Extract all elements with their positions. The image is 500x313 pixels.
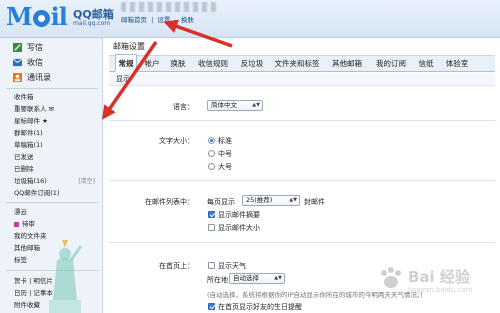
tab-my-subscriptions[interactable]: 我的订阅 [371,56,411,72]
font-size-medium-radio[interactable] [208,150,215,157]
folder-group-mail[interactable]: 群邮件(1) [14,128,99,139]
paw-logo-icon [381,267,401,288]
chevron-down-icon: ▲▼ [289,197,297,203]
folder-pending[interactable]: 待审 [14,219,99,230]
top-bar: Mil QQ邮箱 mail.qq.com 邮箱首页 | 设置 - 换肤 [0,0,500,38]
show-weather-checkbox[interactable] [208,262,215,269]
chevron-down-icon: ▲▼ [252,102,260,108]
tab-folders-tags[interactable]: 文件夹和标签 [271,56,323,72]
per-page-value: 25(推荐) [246,196,273,204]
liberty-statue-decoration [49,240,83,313]
link-separator: | [151,16,154,24]
folder-drafts[interactable]: 草稿箱(1) [14,140,99,151]
folder-junk[interactable]: 垃圾箱(16) [清空] [14,176,99,187]
font-size-label: 文字大小： [159,137,194,145]
link-settings[interactable]: 设置 [157,16,170,24]
inbox-button[interactable]: 收信 [13,55,99,70]
inbox-label: 收信 [27,58,43,67]
contacts-icon [13,73,22,82]
show-size-label: 显示邮件大小 [218,224,260,232]
tab-anti-spam[interactable]: 反垃圾 [237,56,267,72]
sidebar: 写信 收信 通讯录 收件箱 重要联系人 ✉ 星标邮件 ★ 群邮件(1) 草稿箱(… [0,38,103,313]
blurred-account-name [121,2,216,12]
folder-drift[interactable]: 漂云 [14,207,99,218]
per-page-prefix: 每页显示 [207,198,235,206]
compose-button[interactable]: 写信 [13,40,99,55]
sidebar-divider [6,202,98,203]
folder-label: 群邮件(1) [14,129,43,137]
folder-inbox[interactable]: 收件箱 [14,92,99,103]
show-summary-checkbox[interactable] [208,211,215,218]
mail-list-label: 在邮件列表中： [145,198,194,206]
location-value: 自动选择 [233,274,259,282]
compose-label: 写信 [27,43,43,52]
page-title: 邮箱设置 [113,42,145,51]
row-divider [109,242,495,243]
per-page-select[interactable]: 25(推荐) ▲▼ [242,195,300,206]
folder-label: QQ邮件订阅(1) [14,189,60,197]
show-size-checkbox[interactable] [208,224,215,231]
tab-other-mailboxes[interactable]: 其他邮箱 [327,56,367,72]
tag-color-icon [14,221,19,227]
contacts-label: 通讯录 [27,73,51,82]
per-page-suffix: 封邮件 [304,198,325,206]
language-select[interactable]: 简体中文 ▲▼ [207,100,263,111]
font-size-standard-radio[interactable] [208,137,215,144]
folder-label: 我的文件夹 [14,232,47,240]
empty-junk-link[interactable]: [清空] [78,176,95,187]
location-select[interactable]: 自动选择 ▲▼ [229,273,285,284]
inbox-icon [13,58,22,67]
font-size-medium-label: 中号 [218,150,232,158]
folder-label: 标签 [14,256,27,264]
tab-skin[interactable]: 换肤 [167,56,189,72]
pencil-icon [13,43,22,52]
row-divider [109,180,495,181]
folder-label: 草稿箱(1) [14,141,43,149]
folder-label: 待审 [22,220,35,228]
folder-label: 漂云 [14,208,27,216]
language-label: 语言： [173,103,194,111]
folder-sent[interactable]: 已发送 [14,152,99,163]
show-summary-label: 显示邮件摘要 [218,211,260,219]
folder-deleted[interactable]: 已删除 [14,164,99,175]
folder-starred[interactable]: 星标邮件 ★ [14,116,99,127]
homepage-label: 在首页上： [159,262,194,270]
top-links: 邮箱首页 | 设置 - 换肤 [121,14,196,24]
row-divider [109,120,495,121]
language-value: 简体中文 [211,101,237,109]
tab-inbox-rules[interactable]: 收信规则 [193,56,233,72]
qq-mail-logo[interactable]: Mil [6,2,68,31]
chevron-down-icon: ▲▼ [274,275,282,281]
baidu-watermark: Bai 经验 jingyan.baidu.com [378,258,493,308]
show-birthday-label: 在首页显示好友的生日提醒 [218,303,302,311]
folder-label: 垃圾箱(16) [14,177,47,185]
section-display-header: 显示 [109,73,495,86]
show-birthday-checkbox[interactable] [208,303,215,310]
contacts-button[interactable]: 通讯录 [13,70,99,85]
font-size-large-radio[interactable] [208,163,215,170]
folder-label: 重要联系人 ✉ [14,105,55,113]
tab-general[interactable]: 常规 [115,54,137,72]
settings-tabs: 常规 帐户 换肤 收信规则 反垃圾 文件夹和标签 其他邮箱 我的订阅 信纸 体验… [109,54,495,72]
tab-accounts[interactable]: 帐户 [141,56,163,72]
link-separator: - [174,16,177,24]
tab-lab[interactable]: 体验室 [441,56,473,72]
folder-label: 星标邮件 ★ [14,117,48,125]
folder-label: 收件箱 [14,93,34,101]
sidebar-divider [6,88,98,89]
watermark-text: Bai 经验 [408,268,470,286]
show-weather-label: 显示天气 [218,262,246,270]
folder-label: 已发送 [14,153,34,161]
folder-qq-subscription[interactable]: QQ邮件订阅(1) [14,188,99,199]
link-mailbox-home[interactable]: 邮箱首页 [121,16,147,24]
font-size-large-label: 大号 [218,163,232,171]
watermark-url: jingyan.baidu.com [408,286,473,294]
brand-domain: mail.qq.com [73,20,111,27]
tab-stationery[interactable]: 信纸 [415,56,437,72]
folder-important-contacts[interactable]: 重要联系人 ✉ [14,104,99,115]
link-skin[interactable]: 换肤 [181,16,194,24]
font-size-standard-label: 标准 [218,137,232,145]
folder-label: 已删除 [14,165,34,173]
